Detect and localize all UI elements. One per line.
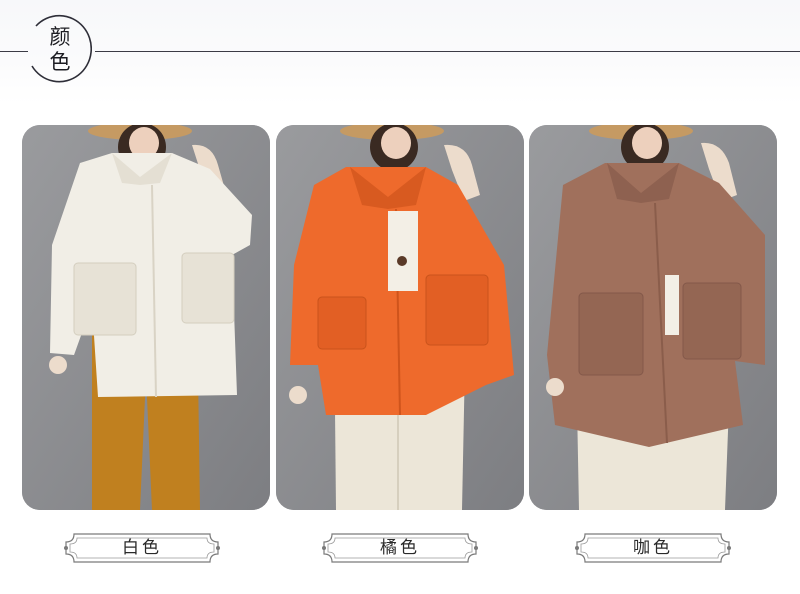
product-photo-image: [22, 125, 270, 510]
variant-name: 咖色: [633, 538, 673, 558]
variant-label-orange[interactable]: 橘色: [320, 530, 480, 566]
header-rule-right: [95, 51, 800, 52]
section-title-badge: 颜 色: [26, 14, 92, 84]
variant-name: 白色: [122, 538, 162, 558]
variant-label-white[interactable]: 白色: [62, 530, 222, 566]
product-photo-image: [529, 125, 777, 510]
variant-name: 橘色: [380, 538, 420, 558]
product-photo-orange[interactable]: [276, 125, 524, 510]
section-header: 颜 色: [0, 0, 800, 104]
section-title-char-2: 色: [49, 50, 71, 74]
product-photo-image: [276, 125, 524, 510]
product-photo-white[interactable]: [22, 125, 270, 510]
section-title-char-1: 颜: [49, 25, 71, 49]
variant-label-brown[interactable]: 咖色: [573, 530, 733, 566]
header-rule-left: [0, 51, 28, 52]
product-photo-brown[interactable]: [529, 125, 777, 510]
section-title: 颜 色: [48, 25, 72, 75]
